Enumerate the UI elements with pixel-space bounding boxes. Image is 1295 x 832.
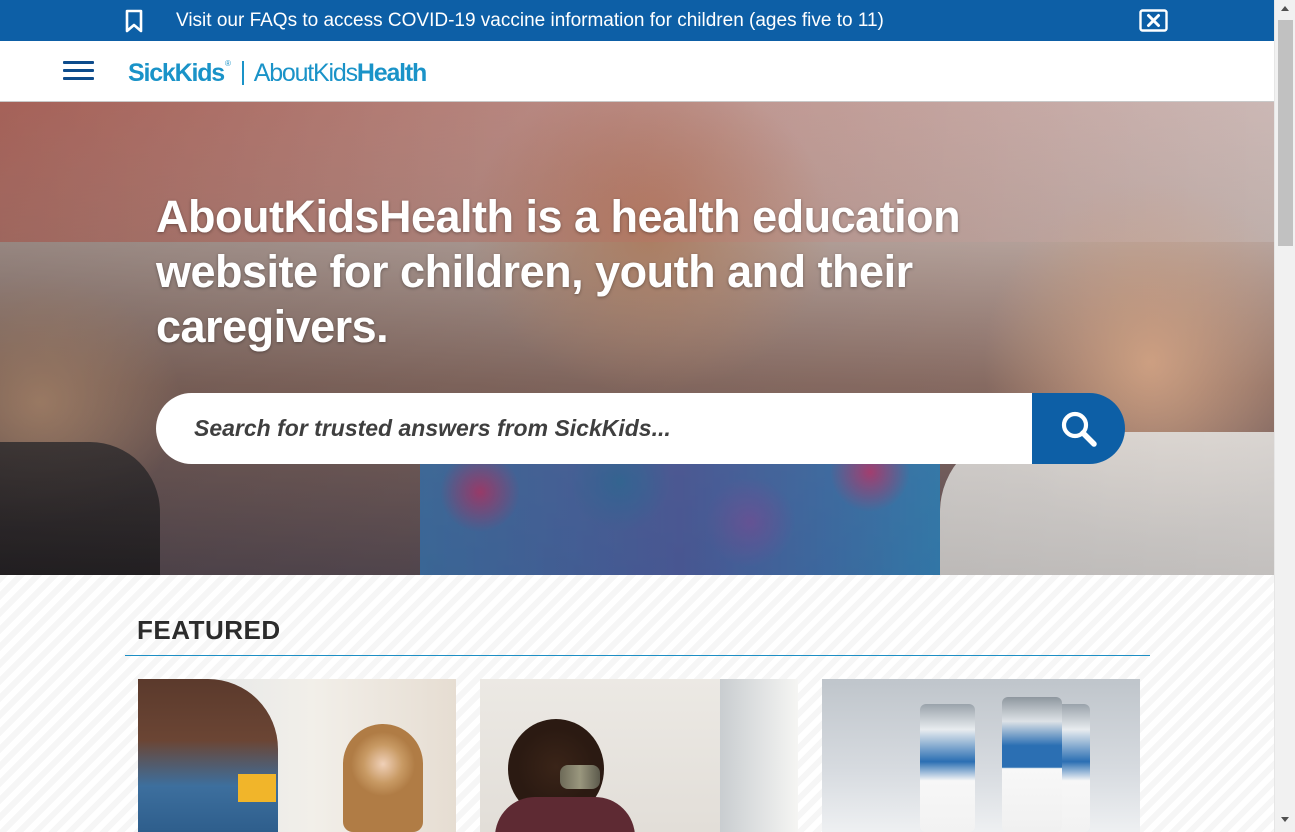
scrollbar-thumb[interactable] — [1278, 20, 1293, 246]
featured-divider — [125, 655, 1150, 656]
hero-search — [156, 393, 1125, 464]
announcement-link[interactable]: Visit our FAQs to access COVID-19 vaccin… — [176, 9, 884, 32]
card-photo-vial-front — [1002, 697, 1062, 832]
hamburger-menu-icon[interactable] — [63, 59, 95, 83]
logo-brand-text: SickKids — [128, 58, 225, 87]
card-photo-sign — [238, 774, 276, 802]
scroll-down-arrow-icon[interactable] — [1281, 817, 1289, 822]
featured-section: FEATURED — [0, 575, 1274, 832]
page-scrollbar[interactable] — [1274, 0, 1295, 832]
logo-sickkids: SickKids® — [128, 58, 231, 88]
featured-card-vaccine-vials[interactable] — [822, 679, 1140, 832]
card-photo-mask — [560, 765, 600, 789]
search-input[interactable] — [156, 393, 1056, 464]
hero-headline: AboutKidsHealth is a health education we… — [156, 191, 961, 352]
card-photo-window — [720, 679, 798, 832]
logo-health-text: Health — [356, 58, 427, 87]
site-header: SickKids® AboutKids Health — [0, 41, 1274, 102]
featured-card-health-worker-child[interactable] — [138, 679, 456, 832]
card-photo-child-body — [495, 797, 635, 832]
search-button[interactable] — [1032, 393, 1125, 464]
logo-aboutkids-text: AboutKids — [253, 58, 358, 87]
featured-card-child-mask[interactable] — [480, 679, 798, 832]
search-icon — [1061, 411, 1097, 447]
scroll-up-arrow-icon[interactable] — [1281, 6, 1289, 11]
card-photo-child — [343, 724, 423, 832]
card-photo-health-worker — [138, 679, 278, 832]
logo-registered-mark: ® — [225, 58, 231, 68]
announcement-bar: Visit our FAQs to access COVID-19 vaccin… — [0, 0, 1274, 41]
close-box-icon[interactable] — [1139, 9, 1168, 32]
site-logo[interactable]: SickKids® AboutKids Health — [128, 58, 427, 88]
bookmark-icon[interactable] — [124, 9, 144, 33]
logo-divider — [241, 61, 244, 85]
card-photo-vial-back-left — [920, 704, 975, 832]
featured-heading: FEATURED — [137, 615, 281, 645]
hero-banner: AboutKidsHealth is a health education we… — [0, 102, 1274, 575]
